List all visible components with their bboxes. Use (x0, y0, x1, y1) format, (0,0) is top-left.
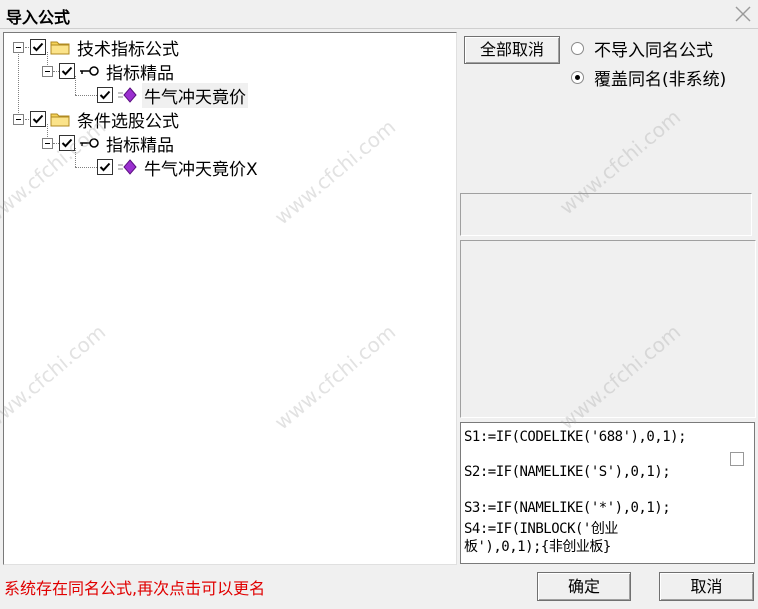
code-checkbox[interactable] (730, 452, 744, 466)
formula-gem-icon (117, 87, 137, 103)
checkmark-icon (99, 90, 111, 100)
tree-node-label: 指标精品 (106, 135, 174, 156)
tree-node-label: 技术指标公式 (77, 39, 179, 60)
code-line: S1:=IF(CODELIKE('688'),0,1); (464, 429, 687, 445)
tree-node-label: 牛气冲天竟价 (142, 82, 248, 108)
tree-node-formula-2[interactable]: 牛气冲天竟价X (97, 156, 260, 180)
key-icon (79, 135, 99, 151)
code-line: S2:=IF(NAMELIKE('S'),0,1); (464, 464, 671, 480)
tree-node-featured-indicators[interactable]: 指标精品 (42, 60, 176, 84)
close-icon (735, 6, 751, 22)
radio-overwrite[interactable]: 覆盖同名(非系统) (571, 65, 726, 90)
checkmark-icon (61, 66, 73, 76)
tree-node-featured-indicators-2[interactable]: 指标精品 (42, 132, 176, 156)
formula-tree[interactable]: 技术指标公式 指标精品 牛气冲天竟价 条件选股公式 指标精品 牛气冲天竟价X (3, 32, 457, 565)
key-icon (79, 63, 99, 79)
tree-checkbox[interactable] (97, 87, 113, 103)
collapse-icon[interactable] (13, 41, 24, 53)
tree-node-technical-indicators[interactable]: 技术指标公式 (13, 36, 181, 60)
tree-node-stock-screening[interactable]: 条件选股公式 (13, 108, 181, 132)
collapse-icon[interactable] (42, 65, 53, 77)
status-message: 系统存在同名公式,再次点击可以更名 (4, 579, 266, 598)
close-button[interactable] (732, 3, 754, 25)
tree-checkbox[interactable] (59, 63, 75, 79)
tree-node-label: 牛气冲天竟价X (144, 159, 258, 180)
radio-label: 不导入同名公式 (594, 41, 713, 61)
tree-node-label: 条件选股公式 (77, 111, 179, 132)
checkmark-icon (32, 42, 44, 52)
radio-button[interactable] (571, 71, 584, 84)
radio-label: 覆盖同名(非系统) (594, 70, 727, 90)
tree-checkbox[interactable] (59, 135, 75, 151)
radio-no-import[interactable]: 不导入同名公式 (571, 36, 713, 61)
collapse-icon[interactable] (13, 113, 24, 125)
formula-gem-icon (117, 159, 137, 175)
code-line: S4:=IF(INBLOCK('创业 (464, 521, 618, 537)
checkmark-icon (32, 114, 44, 124)
code-line: S3:=IF(NAMELIKE('*'),0,1); (464, 500, 671, 516)
deselect-all-button[interactable]: 全部取消 (464, 36, 560, 64)
folder-icon (50, 111, 70, 127)
ok-button[interactable]: 确定 (537, 572, 631, 601)
radio-button[interactable] (571, 42, 584, 55)
tree-checkbox[interactable] (30, 39, 46, 55)
tree-checkbox[interactable] (97, 159, 113, 175)
title-bar: 导入公式 (0, 0, 758, 29)
info-field (460, 193, 752, 236)
tree-node-formula-1[interactable]: 牛气冲天竟价 (97, 82, 248, 108)
tree-node-label: 指标精品 (106, 63, 174, 84)
window-title: 导入公式 (6, 8, 71, 27)
tree-checkbox[interactable] (30, 111, 46, 127)
formula-code-preview[interactable]: S1:=IF(CODELIKE('688'),0,1); S2:=IF(NAME… (460, 422, 755, 564)
folder-icon (50, 39, 70, 55)
cancel-button[interactable]: 取消 (659, 572, 754, 601)
description-area (460, 240, 756, 418)
collapse-icon[interactable] (42, 137, 53, 149)
checkmark-icon (61, 138, 73, 148)
code-line: 板'),0,1);{非创业板} (464, 539, 611, 555)
checkmark-icon (99, 162, 111, 172)
